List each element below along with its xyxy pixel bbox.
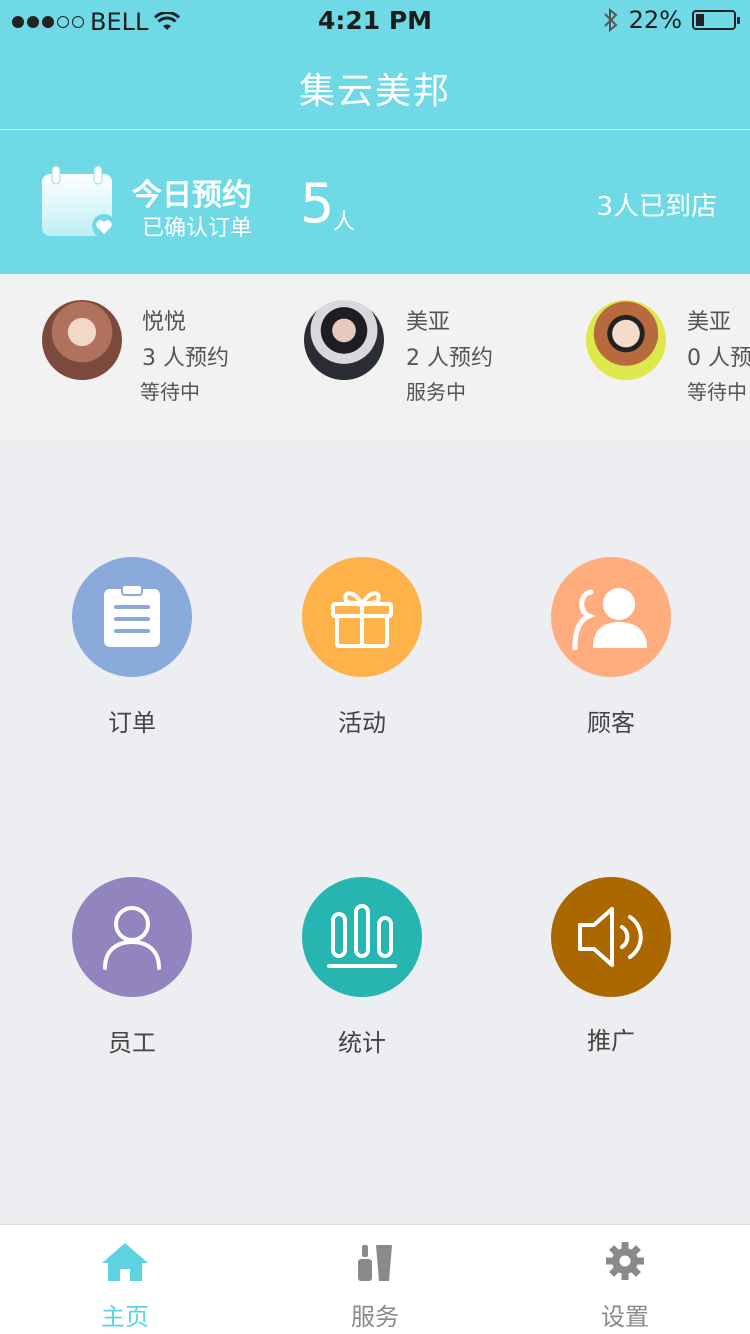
menu-promotion[interactable]: 推广	[521, 877, 701, 1056]
avatar	[304, 300, 384, 380]
avatar	[586, 300, 666, 380]
tab-home[interactable]: 主页	[0, 1225, 250, 1334]
status-right: 22%	[603, 6, 740, 34]
bottom-tab-bar: 主页 服务 设置	[0, 1224, 750, 1334]
menu-label: 员工	[108, 1029, 156, 1057]
staff-card[interactable]: 美亚 0 人预约 等待中	[544, 274, 750, 440]
tab-label: 服务	[351, 1303, 399, 1331]
calendar-heart-icon	[42, 166, 116, 238]
tab-label: 设置	[601, 1303, 649, 1331]
menu-label: 活动	[338, 709, 386, 737]
staff-status: 服务中	[406, 380, 466, 404]
menu-circle	[72, 877, 192, 997]
staff-name: 悦悦	[142, 310, 187, 335]
gift-icon	[331, 591, 393, 648]
clipboard-icon	[104, 585, 160, 647]
staff-status: 等待中	[140, 380, 200, 404]
today-count-unit: 人	[333, 210, 356, 235]
staff-name: 美亚	[406, 310, 451, 335]
header-bar: BELL 4:21 PM 22% 集云美邦	[0, 0, 750, 130]
tab-settings[interactable]: 设置	[500, 1225, 750, 1334]
app-brand-logo: 集云美邦	[298, 71, 451, 112]
menu-activities[interactable]: 活动	[272, 557, 452, 738]
home-icon	[102, 1243, 148, 1281]
battery-icon	[692, 10, 740, 30]
staff-bookings: 0 人预约	[687, 346, 750, 371]
battery-percent: 22%	[628, 6, 682, 34]
avatar	[42, 300, 122, 380]
tab-label: 主页	[101, 1303, 149, 1331]
menu-stats[interactable]: 统计	[272, 877, 452, 1058]
bluetooth-icon	[603, 7, 618, 33]
customers-icon	[572, 588, 647, 650]
menu-label: 统计	[338, 1029, 386, 1057]
staff-icon	[103, 906, 161, 970]
menu-circle	[302, 557, 422, 677]
today-booking-panel[interactable]: 今日预约 已确认订单 5 人 3人已到店	[0, 130, 750, 274]
tab-service[interactable]: 服务	[250, 1225, 500, 1334]
staff-card[interactable]: 悦悦 3 人预约 等待中	[0, 274, 280, 440]
menu-label: 订单	[108, 709, 156, 737]
service-icon	[358, 1245, 392, 1281]
menu-circle	[302, 877, 422, 997]
speaker-icon	[578, 907, 643, 967]
menu-orders[interactable]: 订单	[42, 557, 222, 738]
menu-customers[interactable]: 顾客	[521, 557, 701, 738]
menu-staff[interactable]: 员工	[42, 877, 222, 1058]
today-count: 5	[300, 172, 335, 235]
staff-carousel[interactable]: 悦悦 3 人预约 等待中 美亚 2 人预约 服务中 美亚 0 人预约 等待中	[0, 274, 750, 440]
staff-status: 等待中	[687, 380, 747, 404]
today-subtitle: 已确认订单	[142, 216, 253, 241]
stats-icon	[327, 904, 397, 968]
staff-bookings: 3 人预约	[142, 346, 229, 371]
today-title: 今日预约	[132, 178, 252, 213]
menu-label: 推广	[587, 1027, 635, 1055]
menu-label: 顾客	[587, 709, 635, 737]
menu-circle	[551, 877, 671, 997]
staff-name: 美亚	[687, 310, 732, 335]
status-bar: BELL 4:21 PM 22%	[0, 0, 750, 42]
staff-bookings: 2 人预约	[406, 346, 493, 371]
menu-circle	[72, 557, 192, 677]
arrived-count: 3人已到店	[596, 192, 717, 222]
menu-circle	[551, 557, 671, 677]
staff-card[interactable]: 美亚 2 人预约 服务中	[262, 274, 542, 440]
gear-icon	[606, 1242, 644, 1280]
